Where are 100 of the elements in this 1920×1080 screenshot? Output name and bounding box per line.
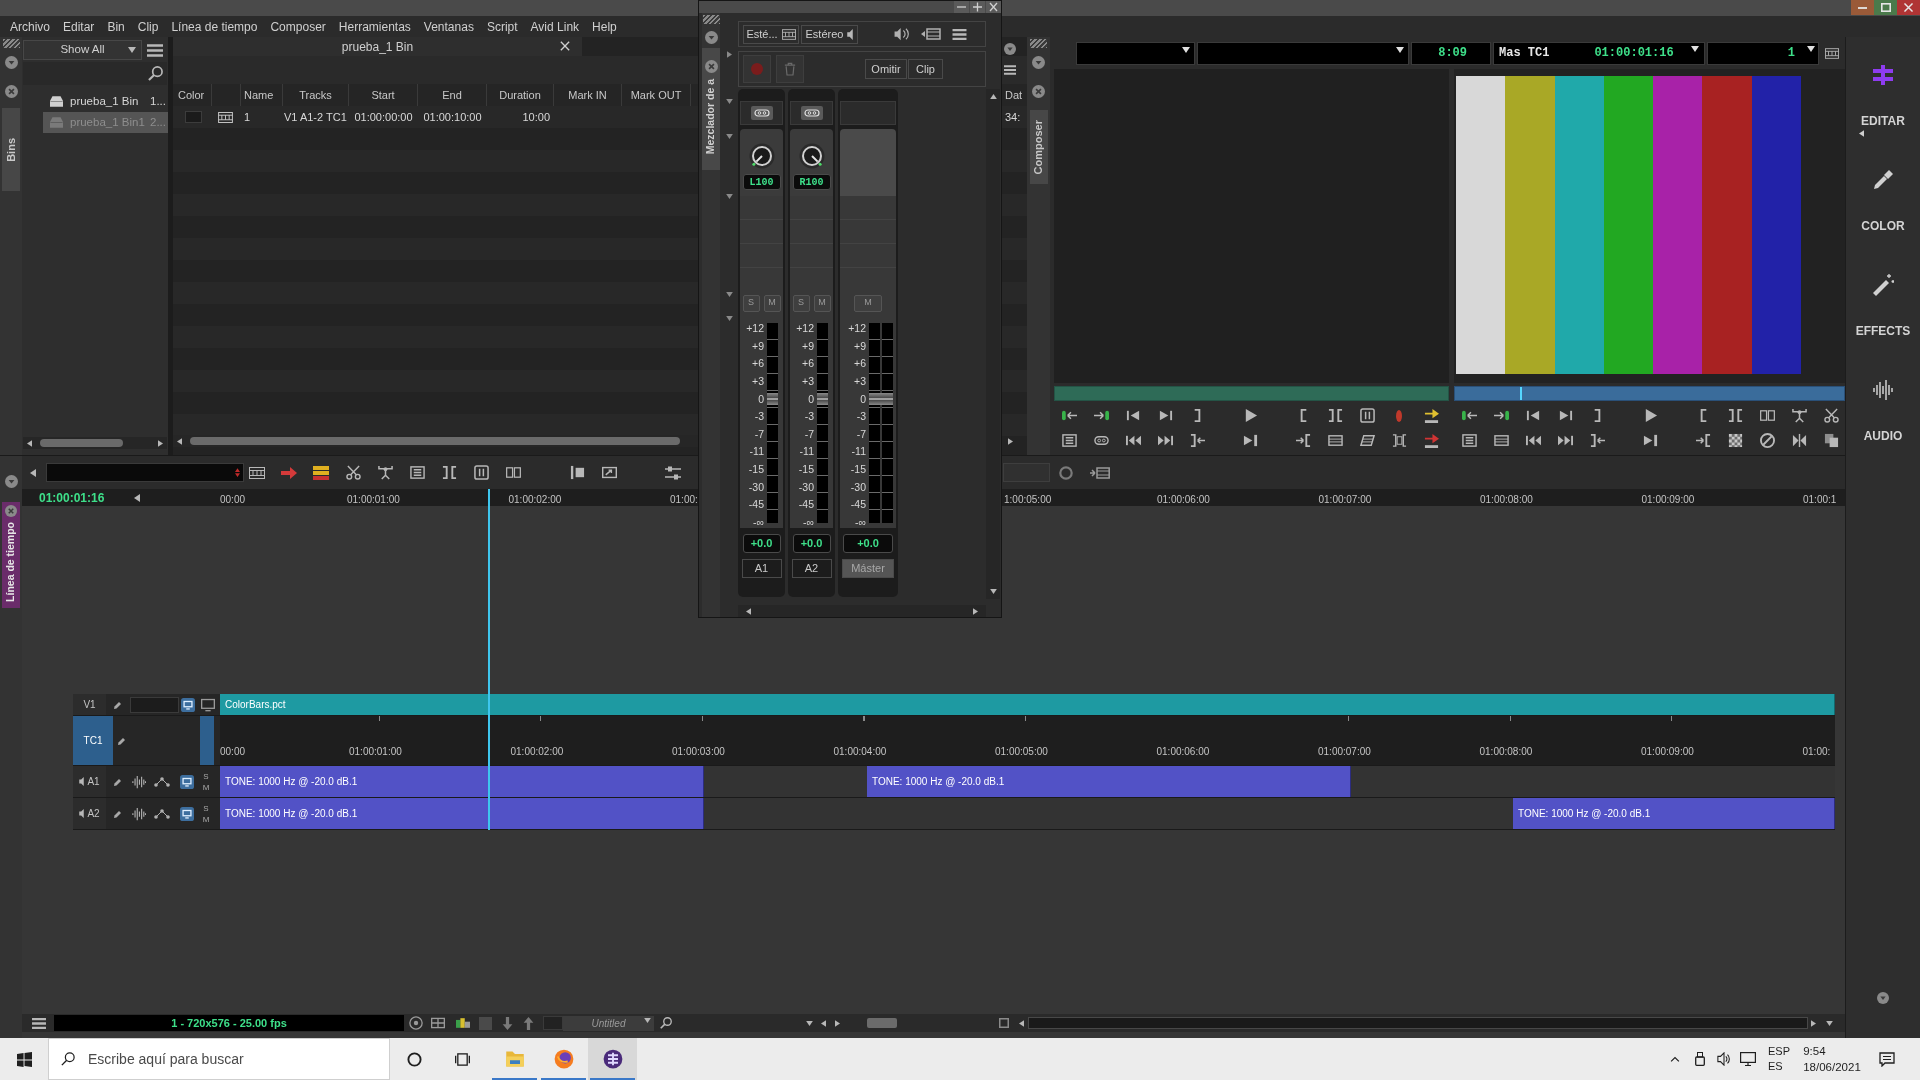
workspace-button[interactable]: COLOR	[1845, 155, 1920, 260]
frame-icon[interactable]	[1493, 433, 1509, 448]
filter-dropdown[interactable]: Show All	[23, 40, 142, 60]
scroll-up-icon[interactable]	[989, 94, 997, 99]
track-selector[interactable]: A2	[73, 798, 106, 829]
track-toggle[interactable]: S	[203, 802, 209, 814]
sliders-icon[interactable]	[665, 465, 681, 480]
channel-name[interactable]: A1	[741, 559, 782, 578]
language-indicator[interactable]: ESP ES	[1766, 1044, 1792, 1074]
scroll-left-icon[interactable]	[27, 439, 32, 447]
chevron-up-icon[interactable]	[1670, 1055, 1680, 1063]
workspace-button[interactable]: EDITAR	[1845, 50, 1920, 155]
dropdown-circle-icon[interactable]	[1877, 992, 1889, 1004]
track-toggle[interactable]: M	[202, 781, 210, 793]
search-icon[interactable]	[148, 66, 163, 81]
pencil-icon[interactable]	[114, 777, 122, 786]
scissors-icon[interactable]	[1823, 408, 1839, 423]
brackets-icon[interactable]	[1327, 408, 1343, 423]
dropdown-circle-icon[interactable]	[4, 475, 18, 488]
bins-tab[interactable]: Bins	[2, 108, 20, 191]
frame-field[interactable]: 1	[1707, 41, 1819, 65]
menu-item[interactable]: Herramientas	[338, 17, 411, 36]
down-arrow-icon[interactable]	[501, 1016, 514, 1030]
fader-track[interactable]	[817, 323, 828, 523]
list-icon[interactable]	[409, 465, 425, 480]
playhead[interactable]	[488, 489, 491, 830]
audio-clip[interactable]: TONE: 1000 Hz @ -20.0 dB.1	[220, 766, 704, 797]
caret-down-icon[interactable]	[725, 316, 733, 321]
usb-drive-icon[interactable]	[1695, 1052, 1705, 1066]
timecode-display[interactable]: Mas TC1 01:00:01:16	[1493, 41, 1705, 65]
brackets-icon[interactable]	[441, 465, 457, 480]
skip-icon[interactable]	[1642, 433, 1658, 448]
bracketed-frame-icon[interactable]	[1391, 433, 1407, 448]
arrow-bracket-icon[interactable]	[1695, 433, 1711, 448]
waveform-icon[interactable]	[132, 806, 146, 821]
scroll-right-icon[interactable]	[158, 439, 163, 447]
split-arrows-icon[interactable]	[1791, 433, 1807, 448]
scissors-icon[interactable]	[345, 465, 361, 480]
track-selector[interactable]: A1	[73, 766, 106, 797]
up-arrow-icon[interactable]	[522, 1016, 535, 1030]
position-indicator[interactable]	[1519, 386, 1522, 400]
grip-handle[interactable]	[1030, 39, 1047, 48]
menu-item[interactable]: Composer	[270, 17, 326, 36]
caret-right-icon[interactable]	[726, 51, 732, 58]
dropdown-circle-icon[interactable]	[1032, 56, 1045, 69]
link-icon[interactable]	[800, 106, 823, 120]
search-field[interactable]: Escribe aquí para buscar	[48, 1038, 390, 1080]
caret-down-icon[interactable]	[725, 292, 733, 297]
square-icon[interactable]	[999, 1018, 1009, 1028]
caret-left-icon[interactable]	[30, 468, 36, 477]
stepper-icon[interactable]	[235, 468, 240, 477]
audio-clip[interactable]: TONE: 1000 Hz @ -20.0 dB.1	[1513, 798, 1835, 829]
horizontal-scrollbar[interactable]	[738, 605, 986, 617]
figure-icon[interactable]	[377, 465, 393, 480]
caret-down-icon[interactable]	[1826, 1020, 1833, 1026]
menu-icon[interactable]	[147, 43, 163, 57]
monitor-icon[interactable]	[181, 697, 195, 712]
monitor-icon[interactable]	[1740, 1051, 1756, 1067]
slanted-frame-icon[interactable]	[1359, 433, 1375, 448]
maximize-icon[interactable]	[970, 1, 985, 13]
mixer-button[interactable]: Omitir	[865, 59, 907, 79]
close-icon[interactable]	[1032, 85, 1045, 98]
caret-down-icon[interactable]	[806, 1020, 813, 1026]
menu-item[interactable]: Archivo	[10, 17, 50, 36]
dropdown-circle-icon[interactable]	[704, 31, 718, 44]
list-icon[interactable]	[1061, 433, 1077, 448]
zoom-slider-thumb[interactable]	[867, 1018, 897, 1028]
vertical-scrollbar[interactable]	[986, 89, 1000, 599]
arrow-icon[interactable]	[281, 466, 297, 479]
scroll-left-icon[interactable]	[177, 437, 182, 445]
arrow-marker-icon[interactable]	[1093, 408, 1109, 423]
timecode-field[interactable]	[46, 463, 244, 482]
notification-icon[interactable]	[1879, 1051, 1895, 1067]
step-forward-icon[interactable]	[1157, 408, 1173, 423]
menu-item[interactable]: Help	[592, 17, 617, 36]
fader-thumb[interactable]	[767, 393, 778, 405]
caret-left-icon[interactable]	[1019, 1019, 1024, 1027]
grid-icon[interactable]	[431, 1017, 445, 1029]
frames-icon[interactable]	[505, 465, 521, 480]
mode-button[interactable]: Esté...	[743, 24, 799, 44]
grip-handle[interactable]	[702, 15, 720, 24]
scroll-down-icon[interactable]	[989, 589, 997, 594]
bracket-arrow-icon[interactable]	[1189, 433, 1205, 448]
waveform-icon[interactable]	[132, 774, 146, 789]
step-back-icon[interactable]	[1525, 408, 1541, 423]
split-box-icon[interactable]	[473, 465, 489, 480]
caret-right-icon[interactable]	[835, 1019, 840, 1027]
split-box-icon[interactable]	[1359, 408, 1375, 423]
checker-icon[interactable]	[1727, 433, 1743, 448]
channel-button[interactable]: S	[792, 294, 810, 312]
speaker-icon[interactable]	[1717, 1052, 1731, 1066]
bin-tab[interactable]: prueba_1 Bin	[173, 37, 582, 56]
caret-down-icon[interactable]	[725, 134, 733, 139]
track-selector[interactable]: TC1	[73, 716, 113, 765]
horizontal-scrollbar[interactable]	[23, 437, 167, 449]
no-sign-icon[interactable]	[1759, 433, 1775, 448]
copy-icon[interactable]	[1823, 433, 1839, 448]
menu-item[interactable]: Avid Link	[530, 17, 580, 36]
keyframe-dots-icon[interactable]	[153, 776, 171, 787]
pencil-icon[interactable]	[117, 736, 126, 745]
